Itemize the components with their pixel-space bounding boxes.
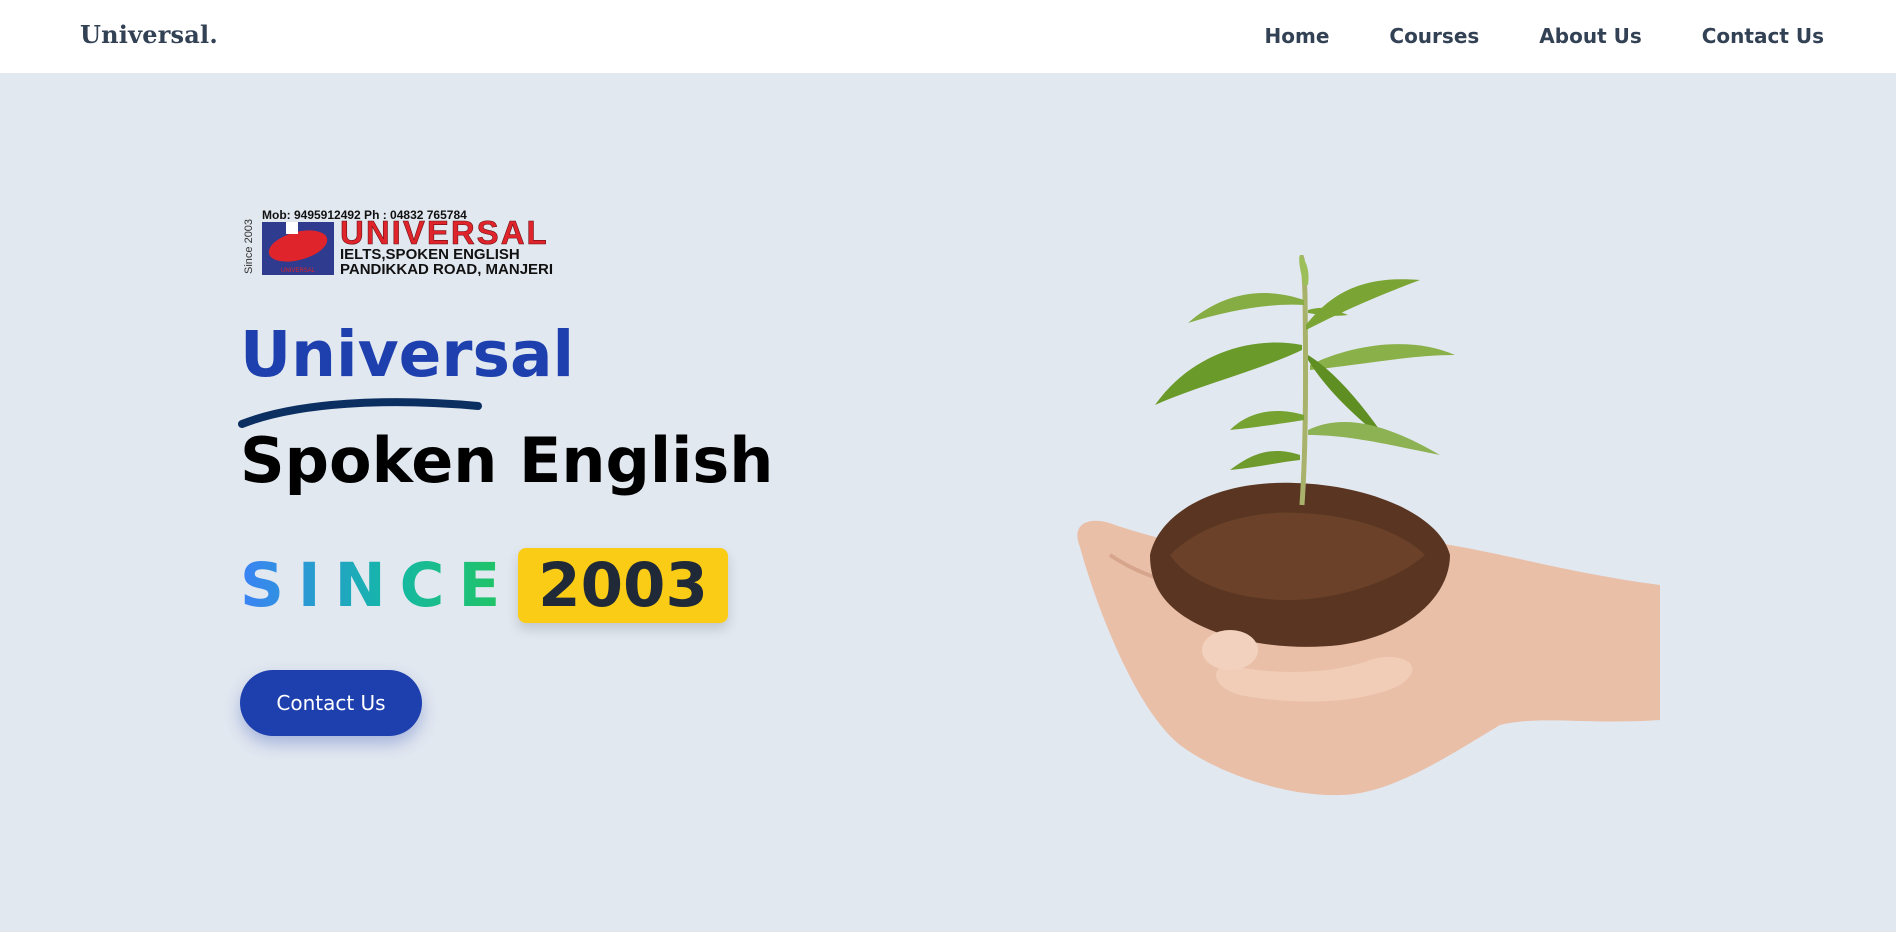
navbar: Universal. Home Courses About Us Contact… <box>0 0 1896 73</box>
contact-us-button[interactable]: Contact Us <box>240 670 422 736</box>
logo-since-vertical: Since 2003 <box>243 219 255 274</box>
since-label: SINCE <box>240 550 515 621</box>
hero-title-spoken-english: Spoken English <box>240 424 774 497</box>
nav-home-link[interactable]: Home <box>1265 24 1330 48</box>
brand-logo-text[interactable]: Universal. <box>80 20 218 49</box>
since-year-badge: 2003 <box>518 548 728 623</box>
hero-title-universal: Universal <box>240 318 575 391</box>
nav-about-link[interactable]: About Us <box>1539 24 1641 48</box>
logo-emblem-text: UNIVERSAL <box>281 268 316 274</box>
nav-contact-link[interactable]: Contact Us <box>1702 24 1824 48</box>
universal-logo: Mob: 9495912492 Ph : 04832 765784 Since … <box>240 208 710 276</box>
logo-graphic: Mob: 9495912492 Ph : 04832 765784 Since … <box>243 208 553 276</box>
logo-line3: PANDIKKAD ROAD, MANJERI <box>340 261 553 276</box>
main-nav: Home Courses About Us Contact Us <box>1265 24 1825 48</box>
nav-courses-link[interactable]: Courses <box>1389 24 1479 48</box>
plant-in-hand-image <box>1077 255 1660 796</box>
since-row: SINCE 2003 <box>240 548 728 623</box>
